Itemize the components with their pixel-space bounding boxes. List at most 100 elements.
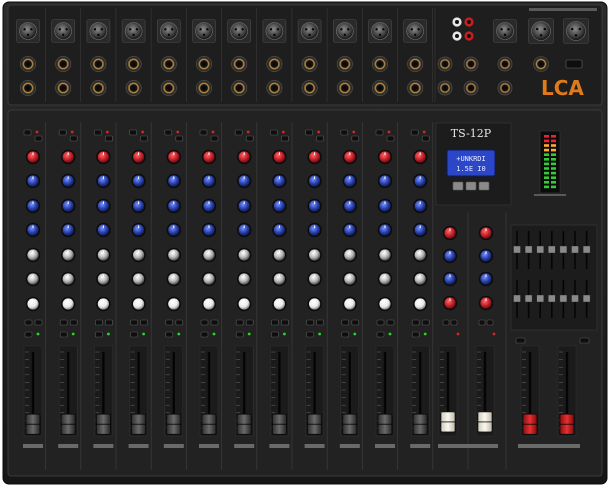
pan-knob[interactable] xyxy=(131,296,146,312)
mute-button[interactable] xyxy=(442,319,450,326)
eq-low-knob[interactable] xyxy=(131,222,146,238)
graphic-eq-slider[interactable] xyxy=(582,245,591,254)
insert-jack-icon[interactable] xyxy=(336,80,353,97)
stereo-knob[interactable] xyxy=(442,295,458,311)
graphic-eq-slider[interactable] xyxy=(513,245,521,254)
power-switch[interactable] xyxy=(565,59,583,69)
line-input-jack-icon[interactable] xyxy=(125,55,142,72)
graphic-eq-slider[interactable] xyxy=(559,245,568,254)
channel-fader[interactable] xyxy=(410,345,430,437)
quarter-inch-jack-icon[interactable] xyxy=(497,56,513,72)
fx-send-knob[interactable] xyxy=(237,271,252,287)
fx-send-knob[interactable] xyxy=(342,271,357,287)
solo-button[interactable] xyxy=(281,319,289,326)
solo-button[interactable] xyxy=(105,319,113,326)
xlr-jack-icon[interactable] xyxy=(16,19,40,43)
graphic-eq-slider[interactable] xyxy=(571,245,579,254)
group-button[interactable] xyxy=(376,331,385,338)
eq-high-knob[interactable] xyxy=(342,173,357,189)
eq-mid-knob[interactable] xyxy=(413,198,428,214)
aux-knob[interactable] xyxy=(131,247,146,263)
gain-knob[interactable] xyxy=(131,149,146,165)
pan-knob[interactable] xyxy=(342,296,357,312)
insert-jack-icon[interactable] xyxy=(371,80,388,97)
line-input-jack-icon[interactable] xyxy=(160,55,177,72)
insert-jack-icon[interactable] xyxy=(125,80,142,97)
eq-low-knob[interactable] xyxy=(60,222,76,238)
mute-button[interactable] xyxy=(376,319,385,326)
pan-knob[interactable] xyxy=(272,296,287,312)
quarter-inch-jack-icon[interactable] xyxy=(463,56,479,72)
pad-button[interactable] xyxy=(140,135,148,142)
channel-fader[interactable] xyxy=(375,345,395,437)
eq-high-knob[interactable] xyxy=(272,173,287,189)
eq-high-knob[interactable] xyxy=(413,173,428,189)
xlr-jack-icon[interactable] xyxy=(51,19,76,43)
aux-knob[interactable] xyxy=(237,247,252,263)
aux-knob[interactable] xyxy=(307,247,322,263)
group-button[interactable] xyxy=(59,331,68,338)
solo-button[interactable] xyxy=(34,319,43,326)
pan-knob[interactable] xyxy=(237,296,252,312)
xlr-jack-icon[interactable] xyxy=(403,19,428,43)
channel-fader[interactable] xyxy=(94,345,113,437)
gain-knob[interactable] xyxy=(60,149,76,165)
xlr-jack-icon[interactable] xyxy=(493,19,517,43)
quarter-inch-jack-icon[interactable] xyxy=(437,56,453,72)
phantom-button[interactable] xyxy=(129,129,137,136)
gain-knob[interactable] xyxy=(201,149,217,165)
pan-knob[interactable] xyxy=(25,296,41,312)
channel-fader[interactable] xyxy=(23,345,43,437)
rca-jack-icon[interactable] xyxy=(452,17,462,27)
insert-jack-icon[interactable] xyxy=(19,80,36,97)
aux-knob[interactable] xyxy=(60,247,76,263)
line-input-jack-icon[interactable] xyxy=(196,55,213,72)
phantom-button[interactable] xyxy=(340,129,349,136)
group-button[interactable] xyxy=(165,331,174,338)
stereo-knob[interactable] xyxy=(478,248,494,264)
mute-button[interactable] xyxy=(200,319,209,326)
fx-send-knob[interactable] xyxy=(377,271,393,287)
solo-button[interactable] xyxy=(450,319,458,326)
channel-fader[interactable] xyxy=(270,345,289,437)
pad-button[interactable] xyxy=(386,135,395,142)
rca-jack-icon[interactable] xyxy=(464,31,474,41)
eq-high-knob[interactable] xyxy=(166,173,181,189)
phantom-button[interactable] xyxy=(305,129,313,136)
insert-jack-icon[interactable] xyxy=(55,80,72,97)
pan-knob[interactable] xyxy=(166,296,181,312)
quarter-inch-jack-icon[interactable] xyxy=(463,80,479,96)
pad-button[interactable] xyxy=(316,135,324,142)
xlr-jack-icon[interactable] xyxy=(563,18,589,44)
channel-fader[interactable] xyxy=(340,345,360,437)
stereo-fader[interactable] xyxy=(438,345,458,437)
line-input-jack-icon[interactable] xyxy=(266,55,283,72)
group-button[interactable] xyxy=(306,331,314,338)
pan-knob[interactable] xyxy=(377,296,393,312)
mute-button[interactable] xyxy=(59,319,68,326)
pad-button[interactable] xyxy=(69,135,78,142)
gain-knob[interactable] xyxy=(413,149,428,165)
mute-button[interactable] xyxy=(306,319,314,326)
eq-mid-knob[interactable] xyxy=(60,198,76,214)
mute-button[interactable] xyxy=(235,319,244,326)
channel-fader[interactable] xyxy=(58,345,78,437)
eq-mid-knob[interactable] xyxy=(96,198,111,214)
eq-high-knob[interactable] xyxy=(307,173,322,189)
fx-send-knob[interactable] xyxy=(413,271,428,287)
stereo-knob[interactable] xyxy=(442,271,458,287)
xlr-jack-icon[interactable] xyxy=(192,19,216,43)
solo-button[interactable] xyxy=(486,319,494,326)
line-input-jack-icon[interactable] xyxy=(231,55,248,72)
fx-send-knob[interactable] xyxy=(307,271,322,287)
mute-button[interactable] xyxy=(95,319,103,326)
fx-send-knob[interactable] xyxy=(166,271,181,287)
channel-fader[interactable] xyxy=(164,345,184,437)
gain-knob[interactable] xyxy=(342,149,357,165)
aux-knob[interactable] xyxy=(377,247,393,263)
pad-button[interactable] xyxy=(210,135,219,142)
eq-high-knob[interactable] xyxy=(96,173,111,189)
xlr-jack-icon[interactable] xyxy=(332,19,357,43)
solo-button[interactable] xyxy=(421,319,430,326)
phantom-button[interactable] xyxy=(375,129,384,136)
